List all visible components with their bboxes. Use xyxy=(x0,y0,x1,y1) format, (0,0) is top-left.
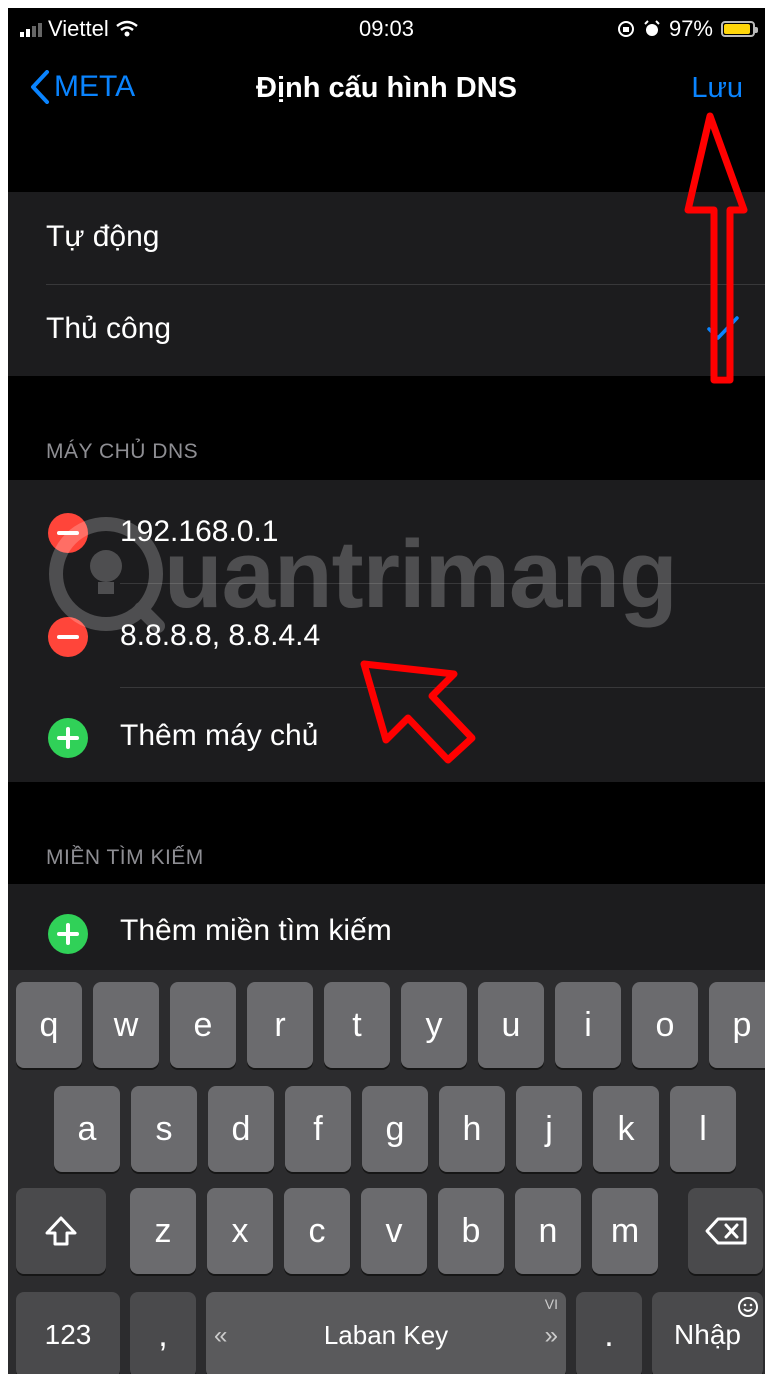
annotation-overlay xyxy=(360,112,748,764)
red-up-arrow-icon xyxy=(684,112,748,384)
red-diagonal-arrow-icon xyxy=(360,660,476,764)
phone-screen: Viettel 09:03 97% META Định cấu hình DNS… xyxy=(8,8,765,1374)
